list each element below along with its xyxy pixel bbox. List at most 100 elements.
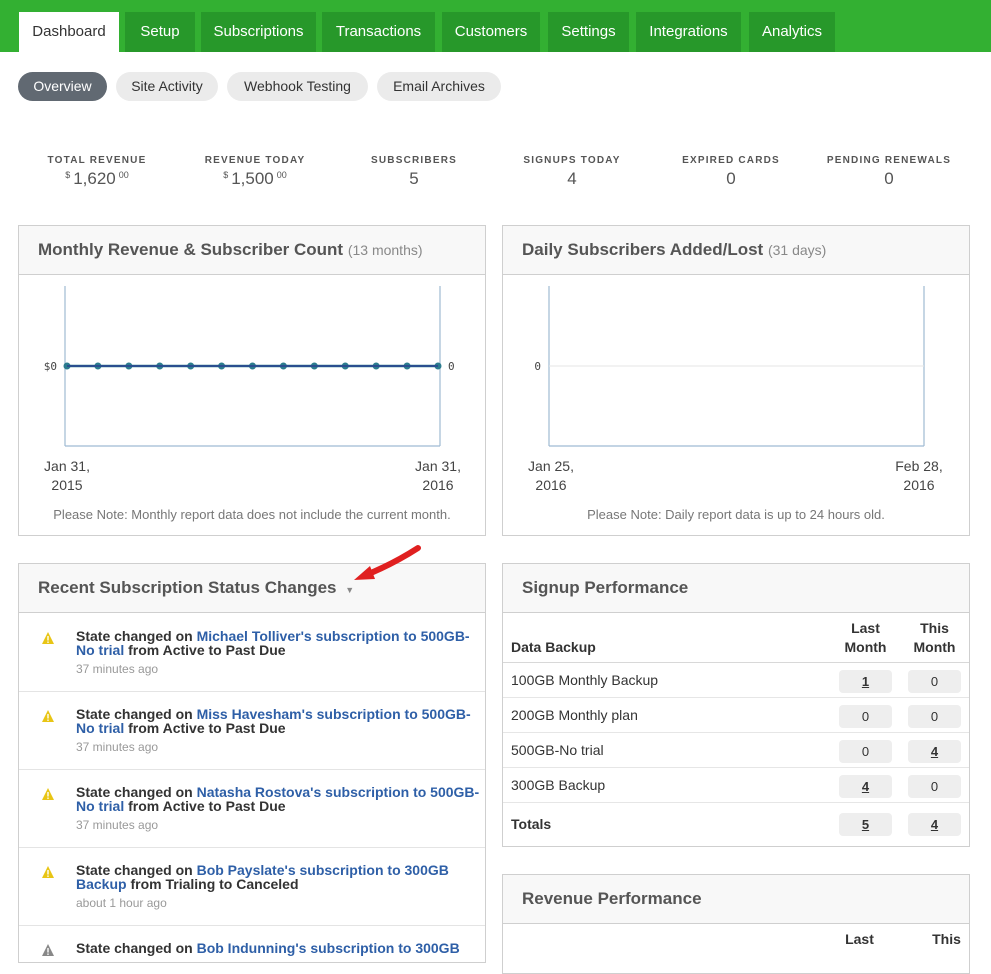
col-this-month: This Month [907,619,962,657]
this-month-count: 0 [908,775,961,798]
panel-header: Daily Subscribers Added/Lost (31 days) [503,226,969,275]
table-row: 500GB-No trial 0 4 [503,733,969,768]
panel-header: Revenue Performance [503,875,969,924]
y-left-tick: $0 [44,360,57,373]
stat-subscribers: SUBSCRIBERS 5 [339,155,489,189]
stat-amount: 1,620 [73,169,116,188]
stat-total-revenue: TOTAL REVENUE $1,620 00 [22,155,172,189]
list-item: State changed on Bob Indunning's subscri… [19,926,485,962]
warning-icon [42,632,54,644]
monthly-revenue-panel: Monthly Revenue & Subscriber Count (13 m… [18,225,486,536]
stat-label: EXPIRED CARDS [682,155,780,166]
date-line: Jan 31, [415,458,461,474]
tab-analytics[interactable]: Analytics [749,12,835,52]
plan-name: 300GB Backup [511,777,606,793]
date-line: Feb 28, [895,458,943,474]
stat-expired-cards: EXPIRED CARDS 0 [656,155,806,189]
last-month-count[interactable]: 1 [839,670,892,693]
stat-amount: 1,500 [231,169,274,188]
table-row: 300GB Backup 4 0 [503,768,969,803]
stat-value: $1,620 00 [22,169,172,189]
signup-performance-panel: Signup Performance Data Backup Last Mont… [502,563,970,847]
status-suffix: from Trialing to Canceled [130,876,299,892]
panel-note: Please Note: Daily report data is up to … [587,507,885,522]
plan-name: 100GB Monthly Backup [511,672,659,688]
warning-icon [42,944,54,956]
plan-name: 200GB Monthly plan [511,707,638,723]
totals-last-month[interactable]: 5 [839,813,892,836]
tab-customers[interactable]: Customers [442,12,540,52]
subtab-webhook-testing[interactable]: Webhook Testing [227,72,368,101]
panel-title: Signup Performance [522,578,689,597]
status-suffix: from Active to Past Due [128,642,286,658]
recent-status-changes-panel: Recent Subscription Status Changes ▼ Sta… [18,563,486,963]
top-navigation: Dashboard Setup Subscriptions Transactio… [0,0,991,52]
status-prefix: State changed on [76,940,193,956]
currency-symbol: $ [223,170,229,180]
panel-title: Revenue Performance [522,889,702,908]
subtab-site-activity[interactable]: Site Activity [116,72,218,101]
panel-subtitle: (31 days) [767,242,827,258]
stat-pending-renewals: PENDING RENEWALS 0 [814,155,964,189]
this-month-count: 0 [908,705,961,728]
this-month-count: 0 [908,670,961,693]
daily-subscribers-panel: Daily Subscribers Added/Lost (31 days) 0… [502,225,970,536]
stat-signups-today: SIGNUPS TODAY 4 [497,155,647,189]
stat-label: TOTAL REVENUE [47,155,147,166]
tab-integrations[interactable]: Integrations [636,12,741,52]
subtab-overview[interactable]: Overview [18,72,107,101]
last-month-count: 0 [839,740,892,763]
this-month-count[interactable]: 4 [908,740,961,763]
y-tick: 0 [534,360,541,373]
col-last-month: Last Month [838,619,893,657]
stat-label: PENDING RENEWALS [826,155,952,166]
status-text: State changed on Natasha Rostova's subsc… [76,785,485,813]
last-month-count[interactable]: 4 [839,775,892,798]
stat-label: SUBSCRIBERS [371,155,457,166]
caret-down-icon[interactable]: ▼ [345,585,354,595]
panel-subtitle: (13 months) [347,242,423,258]
tab-subscriptions[interactable]: Subscriptions [201,12,316,52]
stat-value: $1,500 00 [180,169,330,189]
tab-dashboard[interactable]: Dashboard [19,12,119,52]
totals-row: Totals 5 4 [503,806,969,846]
series-group [63,362,442,370]
subscription-link[interactable]: Bob Indunning's subscription to 300GB [197,940,460,956]
date-line: Jan 31, [44,458,90,474]
list-item: State changed on Miss Havesham's subscri… [19,692,485,770]
tab-settings[interactable]: Settings [548,12,629,52]
revenue-performance-panel: Revenue Performance Last This [502,874,970,974]
status-suffix: from Active to Past Due [128,798,286,814]
warning-icon [42,866,54,878]
col-line: This [920,620,949,636]
stat-label: REVENUE TODAY [204,155,306,166]
date-line: 2015 [51,477,83,493]
status-text: State changed on Bob Payslate's subscrip… [76,863,485,891]
x-start-date: Jan 31, 2015 [43,457,91,495]
panel-note: Please Note: Monthly report data does no… [53,507,451,522]
panel-header: Monthly Revenue & Subscriber Count (13 m… [19,226,485,275]
subtab-email-archives[interactable]: Email Archives [377,72,501,101]
list-item: State changed on Michael Tolliver's subs… [19,614,485,692]
stat-revenue-today: REVENUE TODAY $1,500 00 [180,155,330,189]
date-line: Jan 25, [528,458,574,474]
stat-value: 0 [726,169,736,188]
tab-setup[interactable]: Setup [125,12,195,52]
col-line: Month [913,639,956,655]
x-end-date: Jan 31, 2016 [414,457,462,495]
y-right-tick: 0 [448,360,455,373]
status-suffix: from Active to Past Due [128,720,286,736]
date-line: 2016 [422,477,454,493]
last-month-count: 0 [839,705,892,728]
annotation-arrow-icon [354,545,421,580]
stat-value: 5 [409,169,419,188]
status-text: State changed on Michael Tolliver's subs… [76,629,485,657]
list-item: State changed on Natasha Rostova's subsc… [19,770,485,848]
date-line: 2016 [535,477,567,493]
stat-value: 0 [884,169,894,188]
timestamp: 37 minutes ago [76,740,159,754]
totals-this-month[interactable]: 4 [908,813,961,836]
stat-cents: 00 [118,170,129,180]
tab-transactions[interactable]: Transactions [322,12,435,52]
date-line: 2016 [903,477,935,493]
